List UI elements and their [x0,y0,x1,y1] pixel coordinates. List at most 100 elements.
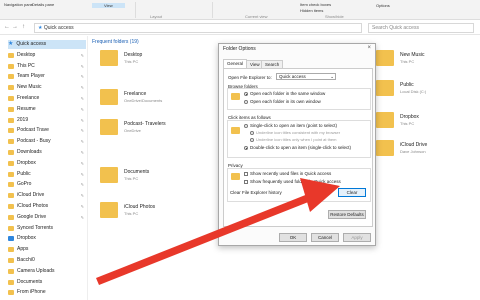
sidebar-item[interactable]: Documents [8,278,86,287]
ribbon-divider [135,2,136,18]
folder-item[interactable]: New Music This PC [376,49,480,71]
folder-icon [8,85,14,91]
browse-own-label[interactable]: Open each folder in its own window [250,99,321,104]
sidebar-item[interactable]: GoPro ✎ [8,180,86,189]
sidebar-item[interactable]: Google Drive ✎ [8,213,86,222]
path-input[interactable]: ★ Quick access [34,23,362,33]
item-check-boxes-toggle[interactable]: Item check boxes [300,2,331,7]
tab-general[interactable]: General [223,59,248,68]
folder-item[interactable]: iCloud Drive Dave Johnson [376,139,480,161]
browse-same-radio[interactable] [244,92,248,96]
folder-icon [8,160,14,166]
folder-icon [8,290,14,296]
close-icon[interactable]: × [367,45,371,51]
ok-button[interactable]: OK [279,233,307,242]
folder-icon [8,193,14,199]
folder-item[interactable]: Desktop This PC [100,49,210,71]
underline-point-radio[interactable] [250,138,254,142]
folder-name: Public [400,82,414,88]
open-explorer-select[interactable]: Quick access ⌄ [276,73,336,80]
sidebar-item-label: GoPro [17,181,32,188]
folder-item[interactable]: Freelance OneDrive\Documents [100,88,210,110]
double-click-radio[interactable] [244,146,248,150]
single-click-label[interactable]: Single-click to open an item (point to s… [250,123,337,128]
sidebar-item[interactable]: Public ✎ [8,170,86,179]
sidebar-item[interactable]: Downloads ✎ [8,148,86,157]
view-button[interactable]: View [92,3,125,8]
hidden-items-toggle[interactable]: Hidden items [300,8,323,13]
clear-button[interactable]: Clear [338,188,366,197]
up-icon[interactable]: ↑ [22,24,25,30]
folder-icon [8,150,14,155]
navigation-pane-button[interactable]: Navigation pane [4,2,33,7]
open-explorer-label: Open File Explorer to: [228,75,272,80]
sidebar-item[interactable]: iCloud Photos ✎ [8,202,86,211]
sidebar-item[interactable]: Podcast - Busy ✎ [8,137,86,146]
folder-icon [100,119,118,135]
sidebar-item[interactable]: From iPhone [8,288,86,297]
sidebar-item[interactable]: This PC ✎ [8,62,86,71]
pin-icon: ✎ [80,160,84,166]
pin-icon: ✎ [80,150,84,155]
show-recent-checkbox[interactable] [244,172,248,176]
forward-icon[interactable]: → [12,24,18,30]
folder-name: iCloud Photos [124,204,156,210]
folder-name: Desktop [124,52,143,58]
sidebar-item-label: Dropbox [17,235,36,242]
show-frequent-label[interactable]: Show frequently used folders in Quick ac… [250,179,341,184]
show-recent-label[interactable]: Show recently used files in Quick access [250,171,331,176]
tab-search[interactable]: Search [261,60,284,68]
single-click-radio[interactable] [244,124,248,128]
details-pane-button[interactable]: Details pane [32,2,54,7]
folder-item[interactable]: Documents This PC [100,166,210,188]
sidebar-item[interactable]: iCloud Drive ✎ [8,191,86,200]
restore-defaults-button[interactable]: Restore Defaults [328,210,366,219]
search-input[interactable]: Search Quick access [368,23,474,33]
sidebar-item[interactable]: New Music ✎ [8,83,86,92]
current-view-section-label: Current view [245,14,268,19]
sidebar-item-label: Freelance [17,95,40,101]
browse-same-label[interactable]: Open each folder in the same window [250,91,325,96]
sidebar-item[interactable]: Resume ✎ [8,105,86,114]
dialog-title: Folder Options [223,46,256,52]
folder-icon [8,117,14,123]
folder-item[interactable]: Public Local Disk (C:) [376,79,480,101]
show-frequent-checkbox[interactable] [244,180,248,184]
folder-icon [100,50,118,66]
folder-icon [231,173,240,180]
sidebar-item[interactable]: Dropbox [8,234,86,243]
apply-button[interactable]: Apply [343,233,371,242]
sidebar-item[interactable]: Freelance ✎ [8,94,86,103]
back-icon[interactable]: ← [4,24,10,30]
folder-icon [100,89,118,105]
folder-icon [8,182,14,188]
options-button[interactable]: Options [376,3,390,8]
sidebar-item[interactable]: Team Player ✎ [8,72,86,81]
cancel-button[interactable]: Cancel [311,233,339,242]
double-click-label[interactable]: Double-click to open an item (single-cli… [250,145,351,150]
layout-section-label: Layout [150,14,163,19]
folder-item[interactable]: Dropbox This PC [376,111,480,133]
sidebar-item[interactable]: Camera Uploads [8,267,86,276]
sidebar-item[interactable]: Bacchi0 [8,256,86,265]
pin-icon: ✎ [80,74,84,80]
sidebar-item-label: Public [17,170,31,177]
folder-item[interactable]: Podcast- Travelers OneDrive [100,118,210,140]
sidebar-item[interactable]: Synced Torrents [8,224,86,233]
underline-consistent-radio[interactable] [250,131,254,135]
sidebar-item-label: From iPhone [17,289,46,296]
sidebar-item[interactable]: 2019 ✎ [8,116,86,125]
dropbox-icon [8,236,14,242]
sidebar-item[interactable]: Dropbox ✎ [8,159,86,168]
sidebar-item[interactable]: Podcast Trave ✎ [8,126,86,135]
browse-own-radio[interactable] [244,100,248,104]
frequent-folders-header[interactable]: Frequent folders (19) [92,39,139,45]
sidebar-item[interactable]: ★ Quick access [8,40,86,49]
underline-consistent-label[interactable]: Underline icon titles consistent with my… [256,130,340,135]
show-hide-section-label: Show/hide [325,14,344,19]
sidebar-item[interactable]: Apps [8,245,86,254]
underline-point-label[interactable]: Underline icon titles only when I point … [256,137,337,142]
sidebar-item[interactable]: Desktop ✎ [8,51,86,60]
folder-item[interactable]: iCloud Photos This PC [100,201,210,223]
folder-icon [100,202,118,218]
